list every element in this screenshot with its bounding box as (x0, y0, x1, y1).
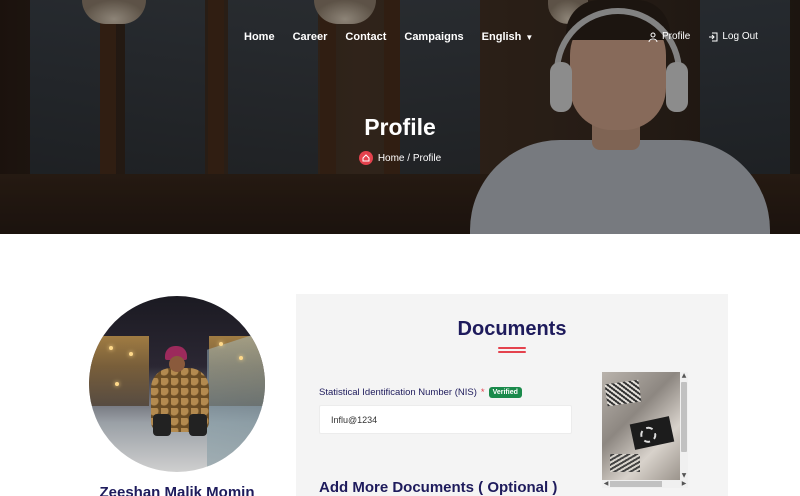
vertical-scrollbar[interactable]: ▲ ▼ (680, 372, 688, 480)
profile-link-label: Profile (662, 31, 691, 42)
document-preview[interactable]: ▲ ▼ ◀ ▶ (602, 372, 688, 488)
nis-label: Statistical Identification Number (NIS) … (319, 387, 522, 398)
nis-input[interactable] (319, 405, 572, 434)
home-icon[interactable] (358, 151, 373, 165)
logout-link-label: Log Out (722, 31, 758, 42)
title-divider (498, 347, 526, 349)
nav-home[interactable]: Home (244, 31, 275, 43)
title-divider (498, 351, 526, 353)
language-dropdown[interactable]: English ▼ (482, 31, 534, 43)
user-name: Zeeshan Malik Momin (99, 484, 255, 496)
nis-label-text: Statistical Identification Number (NIS) (319, 387, 477, 398)
nav-campaigns[interactable]: Campaigns (404, 31, 463, 43)
required-mark: * (480, 387, 485, 398)
documents-panel: Documents Statistical Identification Num… (296, 294, 728, 496)
profile-link[interactable]: Profile (648, 31, 690, 42)
verified-badge: Verified (488, 387, 522, 398)
breadcrumb: Home / Profile (0, 151, 800, 165)
horizontal-scrollbar[interactable]: ◀ ▶ (602, 480, 688, 488)
user-icon (648, 32, 658, 42)
document-image (602, 372, 680, 480)
scroll-left-icon[interactable]: ◀ (602, 480, 610, 488)
breadcrumb-text[interactable]: Home / Profile (378, 153, 441, 164)
logout-link[interactable]: Log Out (708, 31, 758, 42)
scroll-down-icon[interactable]: ▼ (680, 472, 688, 480)
main-nav: Home Career Contact Campaigns English ▼ (244, 31, 551, 43)
scroll-thumb[interactable] (681, 382, 687, 452)
add-more-documents-title: Add More Documents ( Optional ) (319, 479, 558, 496)
avatar (89, 296, 265, 472)
chevron-down-icon: ▼ (525, 33, 534, 42)
language-label: English (481, 31, 522, 43)
documents-title: Documents (457, 318, 567, 340)
nav-contact[interactable]: Contact (345, 31, 386, 43)
scroll-right-icon[interactable]: ▶ (680, 480, 688, 488)
account-links: Profile Log Out (648, 31, 758, 42)
scroll-up-icon[interactable]: ▲ (680, 372, 688, 380)
scroll-thumb[interactable] (610, 481, 662, 487)
logout-icon (709, 32, 718, 41)
nav-career[interactable]: Career (293, 31, 328, 43)
page-title: Profile (364, 114, 436, 140)
